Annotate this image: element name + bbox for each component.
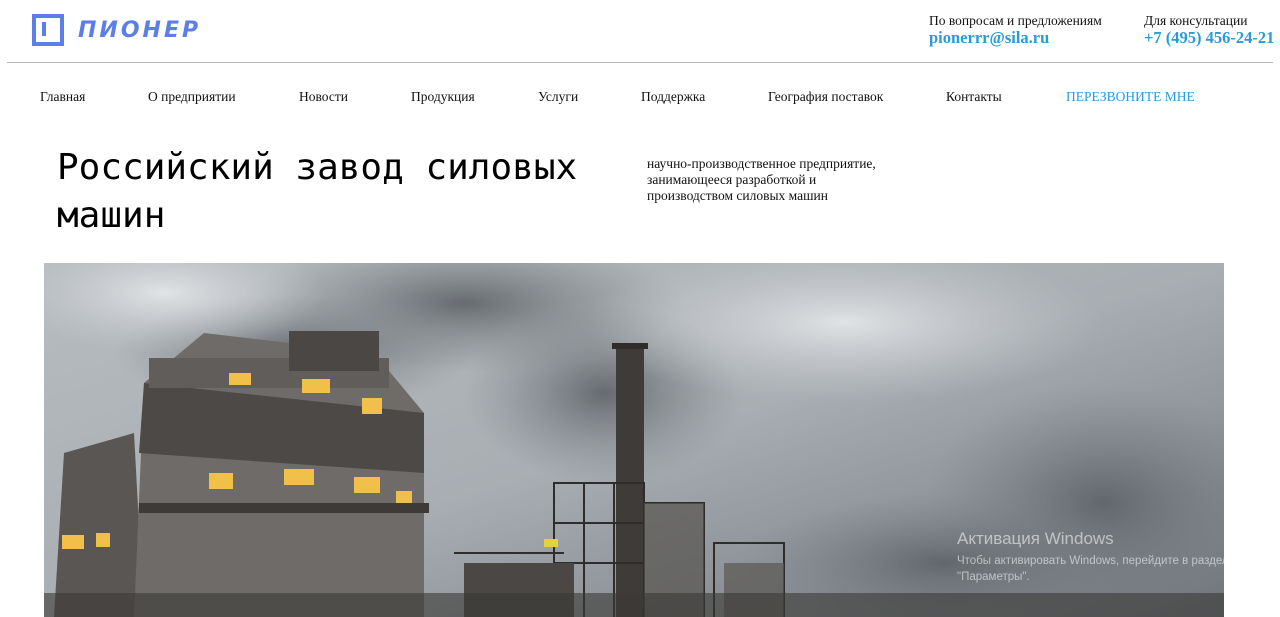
- contact-phone-label: Для консультации: [1144, 13, 1248, 28]
- square-bracket-logo-icon: [32, 14, 64, 46]
- nav-item-support[interactable]: Поддержка: [641, 89, 705, 105]
- watermark-text: Чтобы активировать Windows, перейдите в …: [957, 555, 1229, 583]
- contact-email-link[interactable]: pionerrr@sila.ru: [929, 29, 1102, 46]
- windows-activation-watermark: Активация Windows Чтобы активировать Win…: [957, 529, 1247, 585]
- watermark-title: Активация Windows: [957, 529, 1114, 548]
- hero-description: научно-производственное предприятие, зан…: [647, 156, 876, 203]
- contact-email-block: По вопросам и предложениям pionerrr@sila…: [929, 13, 1102, 46]
- nav-item-contacts[interactable]: Контакты: [946, 89, 1002, 105]
- nav-item-geography[interactable]: География поставок: [768, 89, 883, 105]
- callback-button[interactable]: ПЕРЕЗВОНИТЕ МНЕ: [1066, 89, 1195, 105]
- nav-item-news[interactable]: Новости: [299, 89, 348, 105]
- nav-item-home[interactable]: Главная: [40, 89, 85, 105]
- nav-item-about[interactable]: О предприятии: [148, 89, 236, 105]
- hero-title: Российский завод силовых машин: [57, 147, 578, 236]
- contact-phone-block: Для консультации +7 (495) 456-24-21: [1144, 13, 1274, 46]
- contact-email-label: По вопросам и предложениям: [929, 13, 1102, 28]
- nav-item-products[interactable]: Продукция: [411, 89, 475, 105]
- brand-name: ПИОНЕР: [78, 17, 202, 43]
- contact-phone-link[interactable]: +7 (495) 456-24-21: [1144, 29, 1274, 46]
- logo[interactable]: ПИОНЕР: [32, 14, 201, 46]
- nav-item-services[interactable]: Услуги: [538, 89, 578, 105]
- header-divider: [7, 62, 1273, 63]
